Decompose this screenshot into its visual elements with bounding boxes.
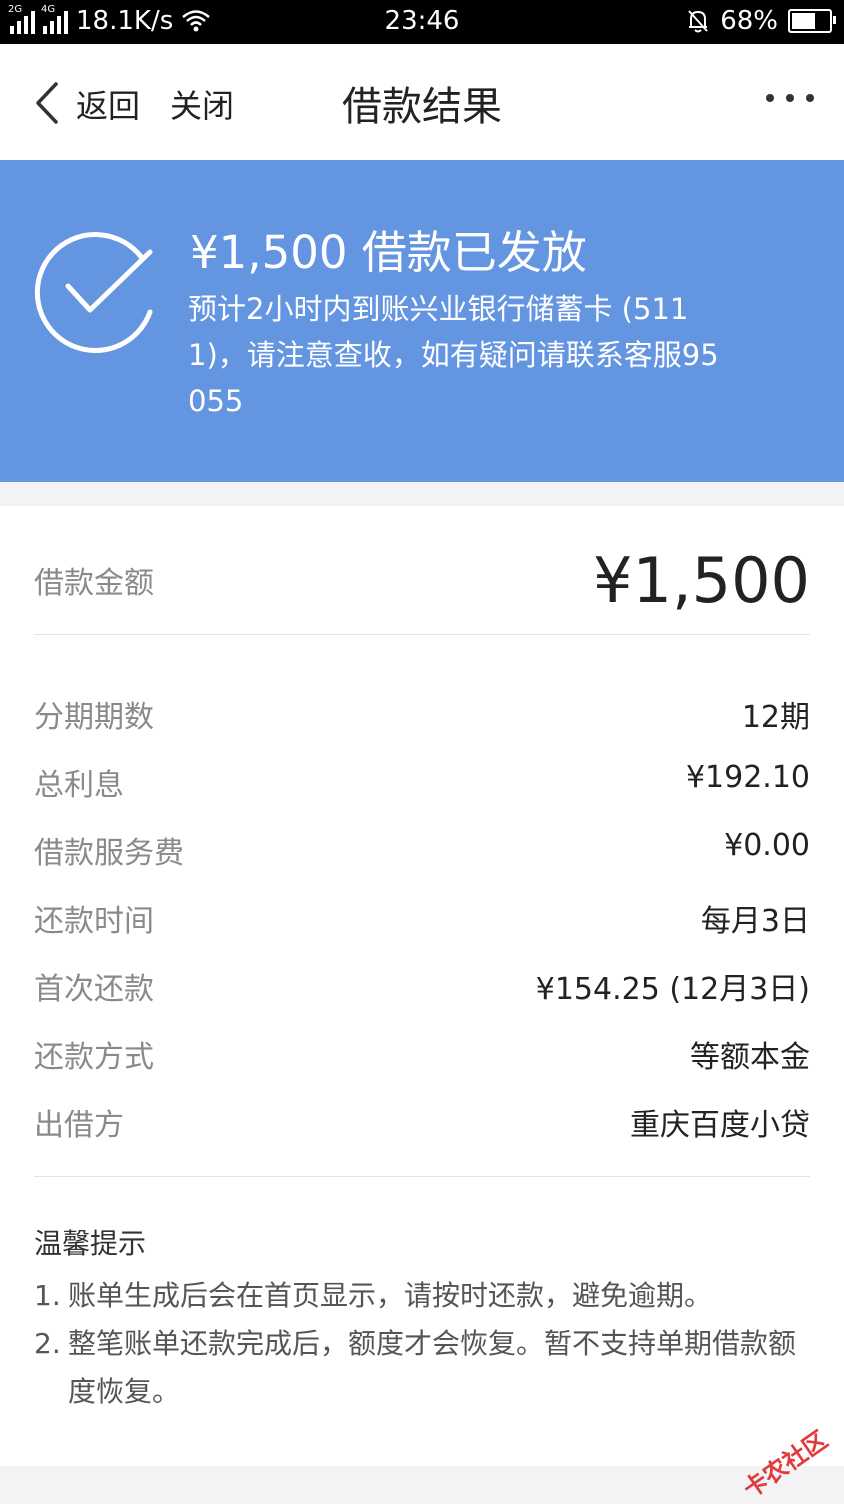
divider [34,1176,810,1177]
detail-value: ¥0.00 [724,828,810,863]
detail-list: 分期期数 12期 总利息 ¥192.10 借款服务费 ¥0.00 还款时间 每月… [34,676,810,1152]
detail-label: 出借方 [34,1108,124,1143]
detail-value: 等额本金 [690,1040,810,1075]
success-banner: ¥1,500 借款已发放 预计2小时内到账兴业银行储蓄卡 (5111)，请注意查… [0,160,844,482]
loan-details-card: 借款金额 ¥1,500 分期期数 12期 总利息 ¥192.10 借款服务费 ¥… [0,506,844,1466]
page-title: 借款结果 [342,84,502,130]
nav-bar: 返回 关闭 借款结果 [0,44,844,160]
detail-row-total-interest: 总利息 ¥192.10 [34,744,810,812]
detail-row-installments: 分期期数 12期 [34,676,810,744]
status-right: 68% [686,6,836,36]
detail-label: 借款服务费 [34,836,184,871]
status-bar: 2G 4G 18.1K/s 23:46 68% [0,0,844,44]
detail-row-lender: 出借方 重庆百度小贷 [34,1084,810,1152]
more-dot-icon [786,94,794,102]
amount-label: 借款金额 [34,566,154,601]
battery-level [792,13,815,29]
detail-label: 还款时间 [34,904,154,939]
banner-description: 预计2小时内到账兴业银行储蓄卡 (5111)，请注意查收，如有疑问请联系客服95… [188,292,719,418]
battery-icon [788,9,836,33]
banner-title: ¥1,500 借款已发放 [190,226,587,279]
detail-value: 12期 [741,700,810,735]
bell-off-icon [688,10,708,33]
detail-row-repay-method: 还款方式 等额本金 [34,1016,810,1084]
check-circle-icon [34,232,153,353]
detail-value: ¥154.25 (12月3日) [535,972,810,1007]
tips-title: 温馨提示 [34,1227,147,1260]
tip-text: 账单生成后会在首页显示，请按时还款，避免逾期。 [68,1279,713,1312]
tip-item: 1. 账单生成后会在首页显示，请按时还款，避免逾期。 [34,1272,810,1320]
detail-row-service-fee: 借款服务费 ¥0.00 [34,812,810,880]
detail-label: 总利息 [34,768,124,803]
more-dot-icon [806,94,814,102]
battery-percent: 68% [720,6,778,36]
tip-number: 2. [34,1327,61,1360]
detail-row-first-repayment: 首次还款 ¥154.25 (12月3日) [34,948,810,1016]
more-dot-icon [766,94,774,102]
detail-value: 重庆百度小贷 [630,1108,810,1143]
tip-item: 2. 整笔账单还款完成后，额度才会恢复。暂不支持单期借款额度恢复。 [34,1320,810,1416]
tip-text: 整笔账单还款完成后，额度才会恢复。暂不支持单期借款额度恢复。 [68,1327,797,1408]
detail-value: ¥192.10 [685,760,810,795]
detail-label: 分期期数 [34,700,154,735]
more-menu-button[interactable] [766,94,814,102]
amount-value: ¥1,500 [593,544,810,617]
detail-value: 每月3日 [700,904,810,939]
detail-row-repay-date: 还款时间 每月3日 [34,880,810,948]
tip-number: 1. [34,1279,61,1312]
tips-section: 温馨提示 1. 账单生成后会在首页显示，请按时还款，避免逾期。 2. 整笔账单还… [34,1222,810,1416]
detail-label: 还款方式 [34,1040,154,1075]
amount-row: 借款金额 ¥1,500 [34,506,810,635]
detail-label: 首次还款 [34,972,154,1007]
